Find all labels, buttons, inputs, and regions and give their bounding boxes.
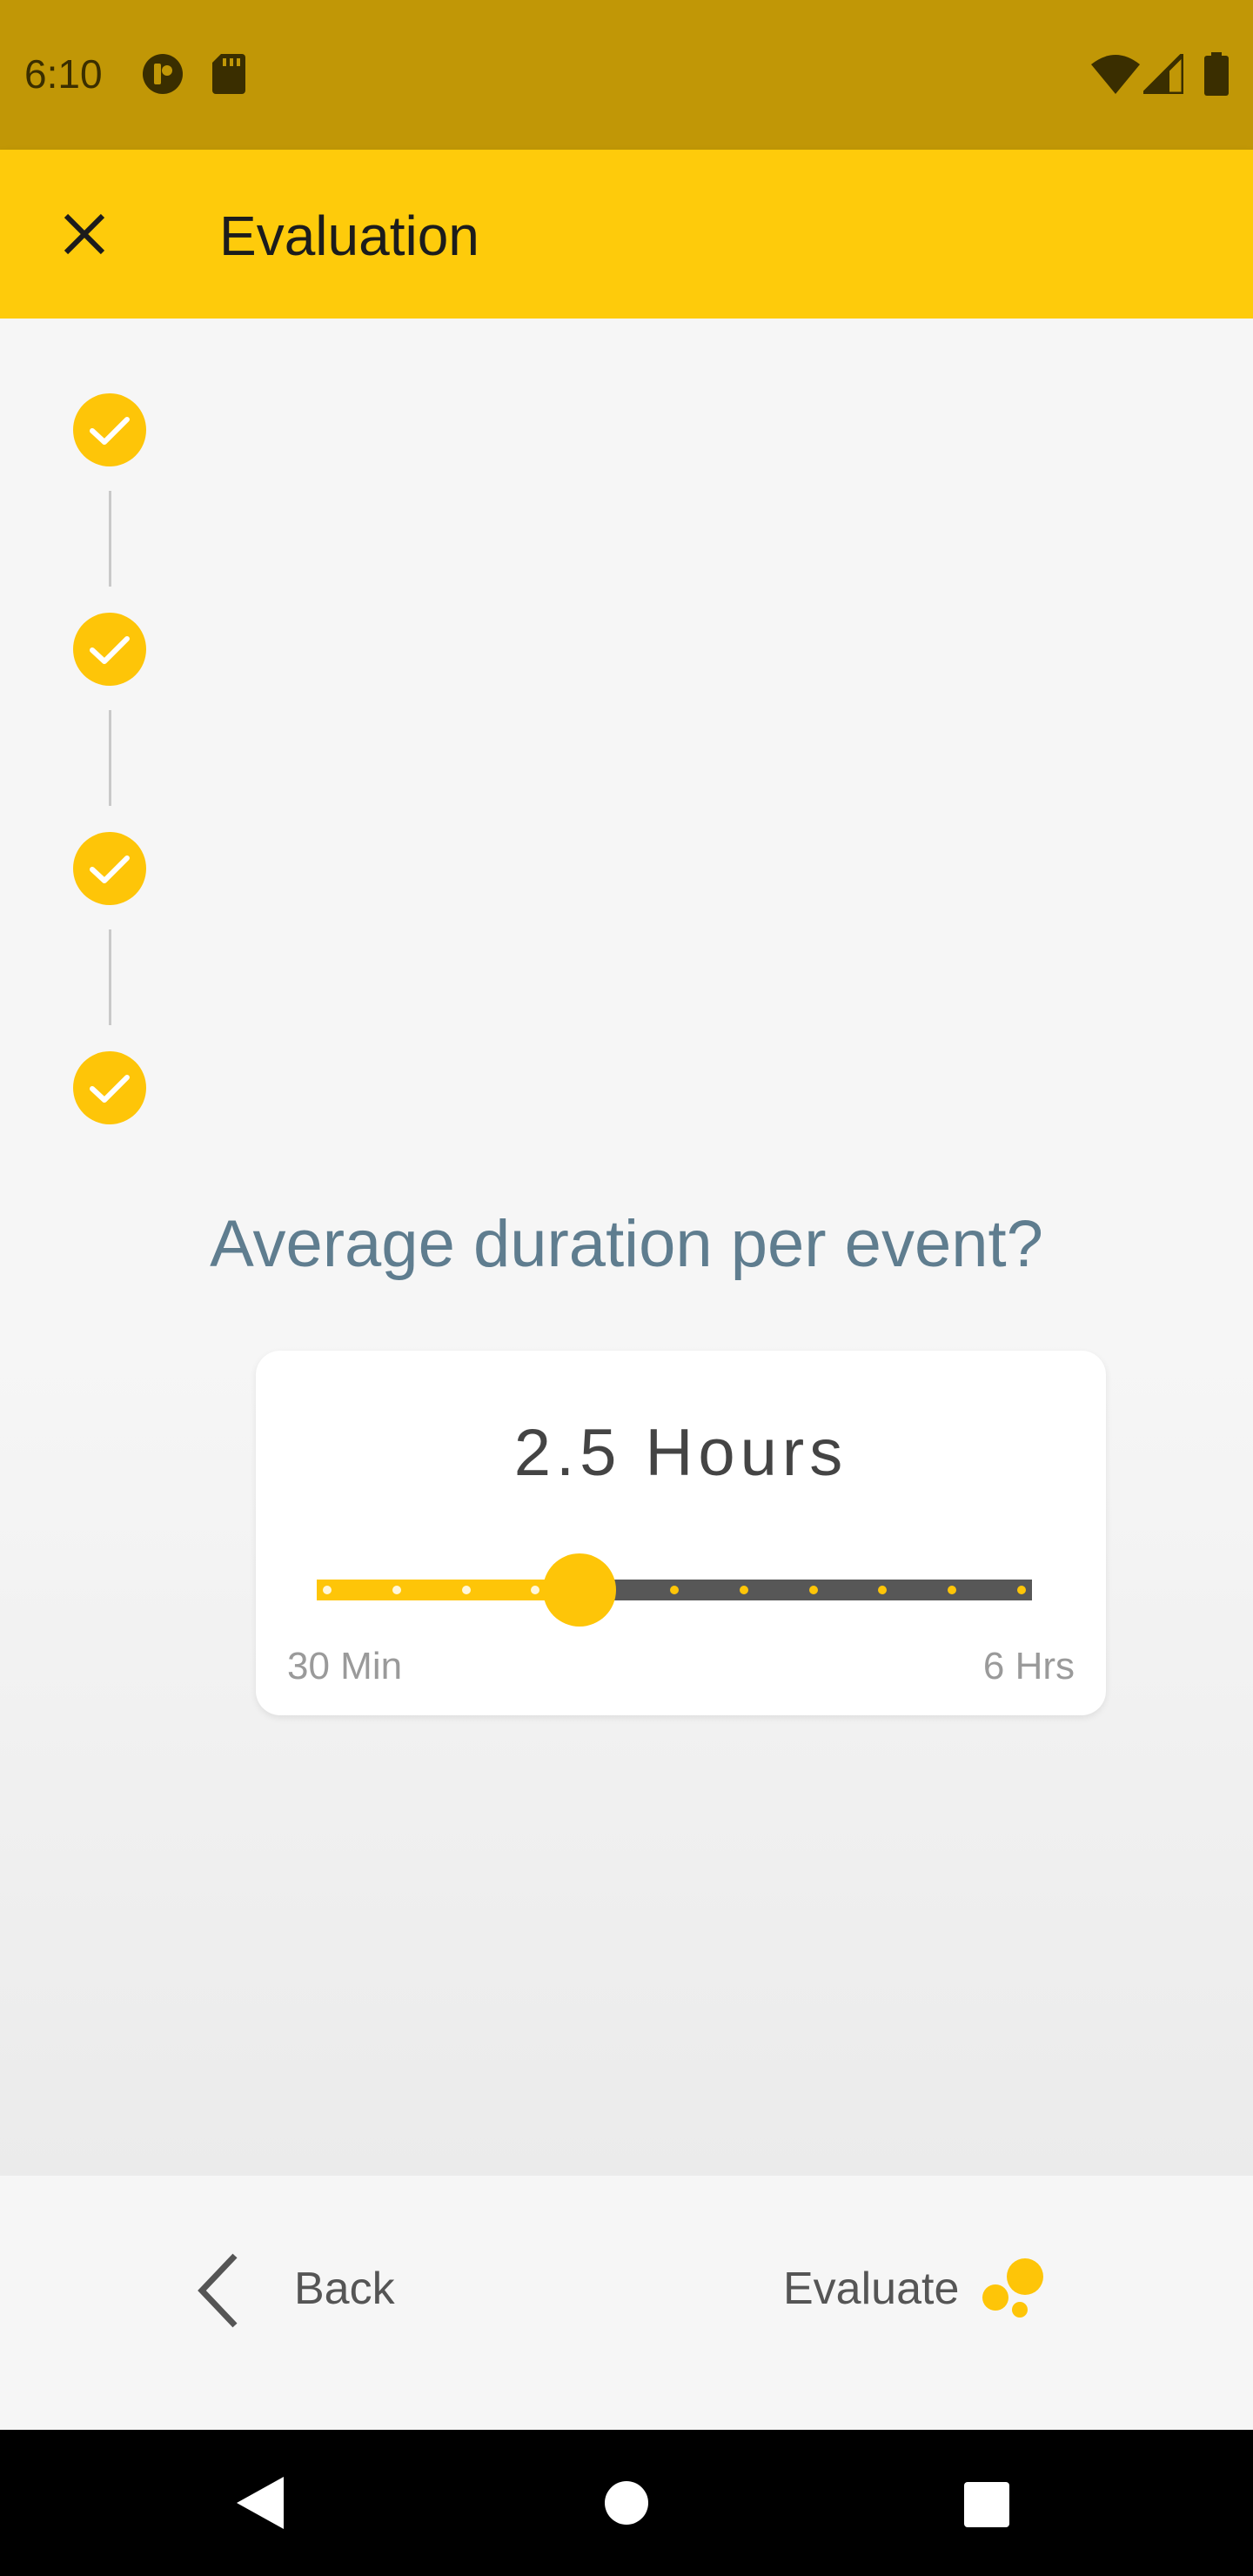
slider-max-label: 6 Hrs — [982, 1645, 1075, 1687]
slider-tick — [670, 1586, 679, 1594]
sd-card-icon — [212, 54, 245, 98]
nav-back-button[interactable] — [237, 2477, 285, 2533]
chevron-left-icon — [191, 2252, 244, 2333]
slider-tick — [739, 1586, 748, 1594]
nav-recents-button[interactable] — [964, 2482, 1009, 2532]
content-area: Average duration per event? 2.5 Hours 30… — [0, 319, 1253, 2176]
home-circle-icon — [604, 2481, 649, 2529]
step-connector — [109, 710, 111, 806]
system-nav-bar — [0, 2430, 1253, 2576]
bubbles-icon — [980, 2256, 1049, 2330]
slider-min-label: 30 Min — [287, 1645, 403, 1687]
back-triangle-icon — [237, 2477, 285, 2532]
slider-thumb[interactable] — [543, 1553, 617, 1627]
app-bar: Evaluation — [0, 150, 1253, 319]
nav-home-button[interactable] — [604, 2480, 649, 2530]
step-connector — [109, 929, 111, 1025]
step-indicator-3 — [73, 832, 146, 905]
recents-square-icon — [964, 2482, 1009, 2531]
slider-track-inactive — [580, 1580, 1032, 1600]
close-icon — [54, 213, 115, 268]
duration-slider[interactable] — [317, 1553, 1032, 1627]
battery-icon — [1204, 52, 1229, 100]
slider-track-active — [317, 1580, 580, 1600]
slider-tick — [461, 1586, 471, 1594]
slider-tick — [1017, 1586, 1026, 1594]
slider-tick — [323, 1586, 332, 1594]
evaluate-label: Evaluate — [783, 2264, 960, 2314]
bottom-bar: Back Evaluate — [0, 2176, 1253, 2430]
wifi-icon — [1091, 54, 1140, 98]
step-indicator-2 — [73, 613, 146, 686]
question-text: Average duration per event? — [210, 1207, 1043, 1281]
close-button[interactable] — [54, 204, 115, 265]
status-bar: 6:10 — [0, 0, 1253, 150]
step-indicator-1 — [73, 393, 146, 466]
evaluate-button[interactable]: Evaluate — [780, 2245, 1075, 2332]
podcast-icon — [141, 52, 184, 100]
slider-tick — [808, 1586, 818, 1594]
page-title: Evaluation — [219, 205, 479, 267]
duration-card: 2.5 Hours 30 Min 6 Hrs — [256, 1351, 1106, 1715]
step-indicator-4 — [73, 1051, 146, 1124]
status-time: 6:10 — [24, 51, 103, 97]
slider-value-label: 2.5 Hours — [513, 1416, 848, 1490]
back-button[interactable]: Back — [183, 2245, 409, 2332]
signal-icon — [1137, 48, 1186, 98]
step-connector — [109, 491, 111, 587]
slider-tick — [392, 1586, 401, 1594]
back-label: Back — [294, 2264, 395, 2314]
